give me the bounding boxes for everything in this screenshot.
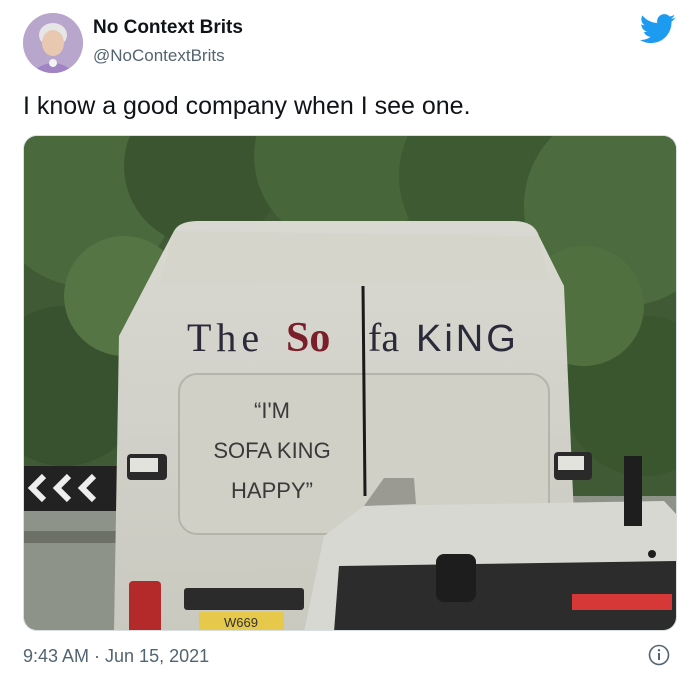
tweet-timestamp[interactable]: 9:43 AM · Jun 15, 2021 [23, 646, 209, 667]
van-brand-king: KiNG [416, 318, 519, 360]
author-handle[interactable]: @NoContextBrits [93, 46, 225, 66]
tweet-photo[interactable]: The So fa KiNG “I'M SOFA KING HAPPY” W66… [23, 135, 677, 631]
avatar[interactable] [23, 13, 83, 73]
info-icon[interactable] [648, 644, 670, 666]
van-brand-so: So [286, 315, 330, 361]
van-photo: The So fa KiNG “I'M SOFA KING HAPPY” W66… [24, 136, 676, 630]
author-name[interactable]: No Context Brits [93, 17, 243, 39]
tweet-text: I know a good company when I see one. [23, 92, 471, 120]
van-brand-the: The [187, 315, 264, 360]
van-brand-fa: fa [368, 315, 399, 360]
avatar-image [23, 13, 83, 73]
slogan-line-3: HAPPY” [231, 478, 313, 503]
license-plate: W669 [224, 615, 258, 630]
chevron-signs [24, 466, 119, 511]
slogan-line-1: “I'M [254, 398, 290, 423]
slogan-line-2: SOFA KING [213, 438, 330, 463]
bird-icon[interactable] [640, 14, 676, 44]
